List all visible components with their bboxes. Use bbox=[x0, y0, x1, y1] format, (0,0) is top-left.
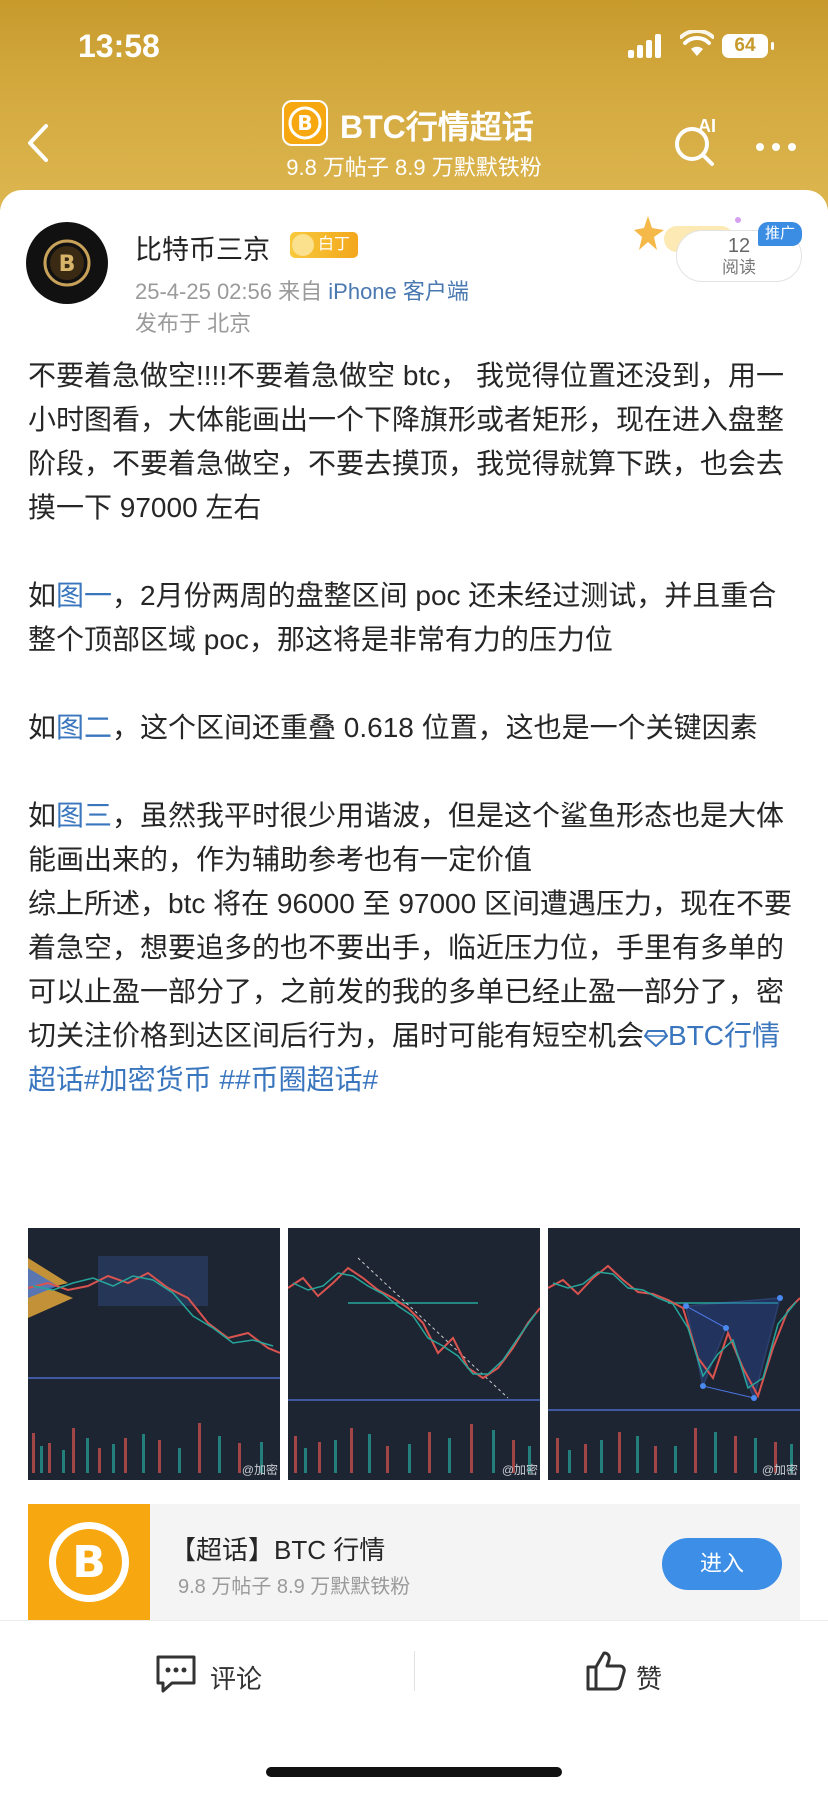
topic-title[interactable]: BTC行情超话 bbox=[340, 102, 534, 148]
image-watermark: @加密 bbox=[501, 1463, 538, 1477]
figure-3-link[interactable]: 图三 bbox=[56, 800, 112, 831]
supertopic-stats: 9.8 万帖子 8.9 万默默铁粉 bbox=[178, 1576, 411, 1598]
battery-icon: 64 bbox=[722, 34, 774, 58]
chart-image-2[interactable]: @加密 bbox=[288, 1228, 540, 1480]
author-name[interactable]: 比特币三京 bbox=[135, 228, 270, 267]
badge-label: 白丁 bbox=[317, 236, 350, 253]
post-paragraph: 如图三，虽然我平时很少用谐波，但是这个鲨鱼形态也是大体能画出来的，作为辅助参考也… bbox=[28, 800, 785, 875]
bottom-action-bar: 评论 赞 bbox=[0, 1620, 828, 1793]
comment-label: 评论 bbox=[210, 1664, 263, 1694]
post-paragraph: 综上所述，btc 将在 96000 至 97000 区间遭遇压力，现在不要着急空… bbox=[28, 888, 792, 1095]
chart-image-3[interactable]: @加密 bbox=[548, 1228, 800, 1480]
more-icon[interactable] bbox=[756, 138, 804, 151]
image-watermark: @加密 bbox=[761, 1463, 798, 1477]
figure-2-link[interactable]: 图二 bbox=[56, 712, 112, 743]
level-icon bbox=[292, 234, 314, 256]
post-meta: 25-4-25 02:56 来自 iPhone 客户端 bbox=[135, 274, 469, 306]
enter-button[interactable]: 进入 bbox=[662, 1538, 782, 1590]
cellular-signal-icon bbox=[628, 32, 664, 58]
thumbs-up-icon bbox=[586, 1651, 626, 1691]
source-client-link[interactable]: iPhone 客户端 bbox=[328, 279, 469, 304]
status-time: 13:58 bbox=[78, 28, 160, 64]
post-location: 发布于 北京 bbox=[135, 311, 252, 336]
post-date: 25-4-25 02:56 bbox=[135, 279, 272, 304]
candlestick-chart-2 bbox=[288, 1228, 540, 1480]
read-label: 阅读 bbox=[722, 258, 756, 277]
comment-icon bbox=[156, 1655, 196, 1693]
figure-1-link[interactable]: 图一 bbox=[56, 580, 112, 611]
post-paragraph: 如图一，2月份两周的盘整区间 poc 还未经过测试，并且重合整个顶部区域 poc… bbox=[28, 580, 777, 655]
chart-image-1[interactable]: @加密 bbox=[28, 1228, 280, 1480]
wifi-icon bbox=[680, 30, 714, 56]
post-paragraph: 如图二，这个区间还重叠 0.618 位置，这也是一个关键因素 bbox=[28, 712, 758, 743]
source-prefix: 来自 bbox=[278, 279, 323, 304]
like-button[interactable]: 赞 bbox=[584, 1649, 704, 1697]
btc-topic-icon: B bbox=[28, 1504, 150, 1620]
image-watermark: @加密 bbox=[241, 1463, 278, 1477]
svg-text:B: B bbox=[59, 252, 76, 277]
supertopic-card[interactable]: B 【超话】BTC 行情 9.8 万帖子 8.9 万默默铁粉 进入 bbox=[28, 1504, 800, 1620]
topic-header: 13:58 64 B BTC行情超话 9.8 万帖子 8.9 万默默铁粉 AI bbox=[0, 0, 828, 210]
post-paragraph: 不要着急做空!!!!不要着急做空 btc， 我觉得位置还没到，用一小时图看，大体… bbox=[28, 360, 785, 523]
candlestick-chart-3 bbox=[548, 1228, 800, 1480]
ai-label: AI bbox=[698, 116, 716, 136]
home-indicator[interactable] bbox=[266, 1767, 562, 1777]
btc-logo-icon: B bbox=[282, 100, 328, 146]
candlestick-chart-1 bbox=[28, 1228, 280, 1480]
supertopic-name: 【超话】BTC 行情 bbox=[170, 1535, 386, 1565]
svg-text:B: B bbox=[72, 1537, 106, 1588]
supertopic-diamond-icon bbox=[644, 1030, 669, 1047]
hashtag-crypto-link[interactable]: #加密货币 bbox=[84, 1064, 212, 1095]
action-divider bbox=[414, 1651, 415, 1691]
comment-button[interactable]: 评论 bbox=[154, 1651, 304, 1699]
promo-tag: 推广 bbox=[758, 222, 802, 246]
svg-text:B: B bbox=[297, 111, 312, 135]
avatar[interactable]: B bbox=[26, 222, 108, 304]
like-label: 赞 bbox=[636, 1664, 663, 1694]
hashtag-coin-circle-link[interactable]: ##币圈超话# bbox=[212, 1064, 378, 1095]
user-level-badge[interactable]: 白丁 bbox=[290, 232, 358, 258]
post-body: 不要着急做空!!!!不要着急做空 btc， 我觉得位置还没到，用一小时图看，大体… bbox=[28, 354, 800, 1102]
